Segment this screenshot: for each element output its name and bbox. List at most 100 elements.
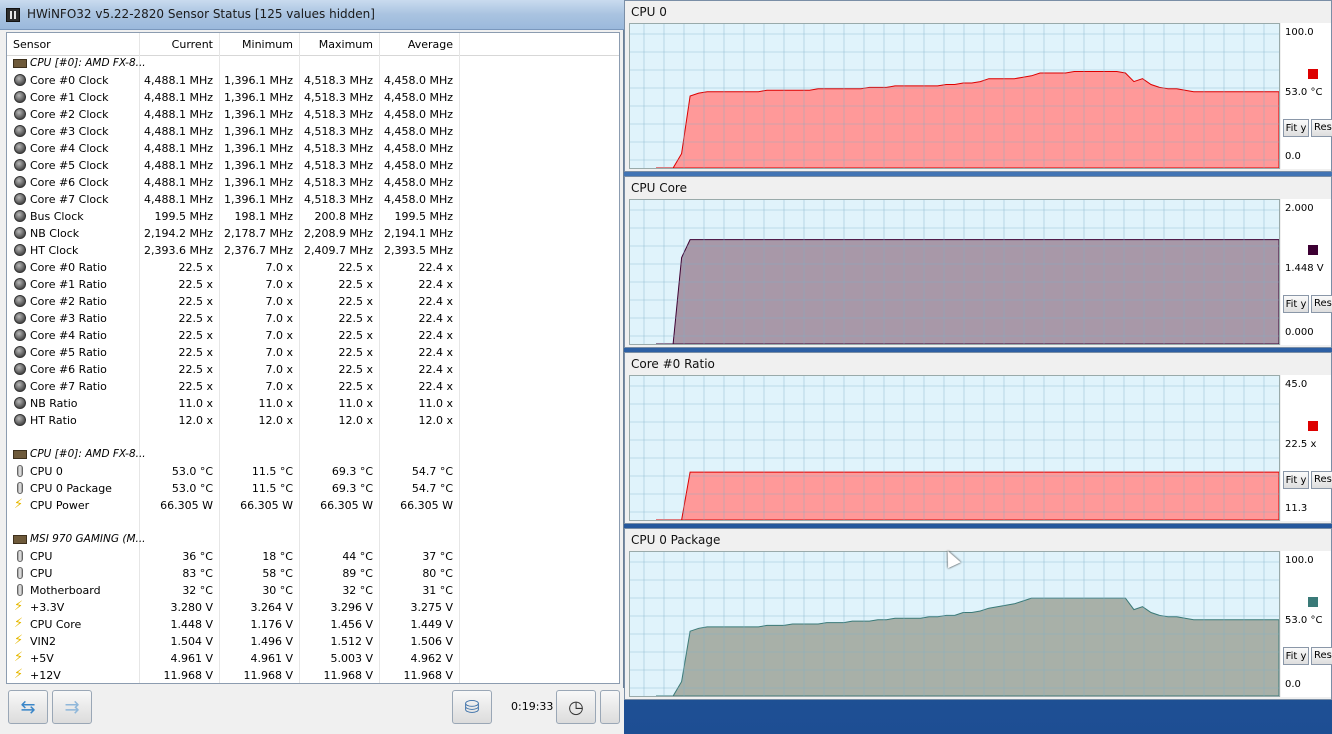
average-value: 4,458.0 MHz <box>383 142 453 155</box>
current-value: 53.0 °C <box>171 465 213 478</box>
maximum-value: 22.5 x <box>338 363 374 376</box>
column-header-minimum[interactable]: Minimum <box>219 38 293 51</box>
table-row[interactable]: Core #5 Clock 4,488.1 MHz 1,396.1 MHz 4,518… <box>7 157 619 174</box>
graph-title: Core #0 Ratio <box>631 357 715 371</box>
network-icon: ⛁ <box>464 696 480 718</box>
graph-plot <box>629 199 1280 345</box>
table-row[interactable]: HT Clock 2,393.6 MHz 2,376.7 MHz 2,409.7 MH… <box>7 242 619 259</box>
graph-scale-panel: 100.0 53.0 °C Fit yReset 0.0 <box>1281 23 1332 169</box>
table-row[interactable]: Core #5 Ratio 22.5 x 7.0 x 22.5 x 22.4 x <box>7 344 619 361</box>
series-color-swatch[interactable] <box>1308 421 1318 431</box>
sensor-group-header[interactable]: CPU [#0]: AMD FX-8... <box>7 446 619 463</box>
table-row[interactable]: Core #3 Ratio 22.5 x 7.0 x 22.5 x 22.4 x <box>7 310 619 327</box>
average-value: 31 °C <box>422 584 453 597</box>
sensor-name: Core #1 Clock <box>30 91 109 104</box>
expand-collapse-button[interactable]: ⇆ <box>8 690 48 724</box>
layout-button[interactable]: ⇉ <box>52 690 92 724</box>
clock-icon <box>14 363 26 375</box>
table-row[interactable]: CPU 0 53.0 °C 11.5 °C 69.3 °C 54.7 °C <box>7 463 619 480</box>
table-row[interactable]: Core #1 Clock 4,488.1 MHz 1,396.1 MHz 4,518… <box>7 89 619 106</box>
table-row[interactable]: CPU 83 °C 58 °C 89 °C 80 °C <box>7 565 619 582</box>
column-header-sensor[interactable]: Sensor <box>13 38 51 51</box>
current-value: 11.0 x <box>178 397 214 410</box>
maximum-value: 4,518.3 MHz <box>303 91 373 104</box>
table-row[interactable]: CPU 0 Package 53.0 °C 11.5 °C 69.3 °C 54.7 °… <box>7 480 619 497</box>
table-row[interactable]: Motherboard 32 °C 30 °C 32 °C 31 °C <box>7 582 619 599</box>
sensor-status-window: HWiNFO32 v5.22-2820 Sensor Status [125 v… <box>0 0 624 734</box>
blank-row <box>7 514 619 531</box>
fit-y-button[interactable]: Fit y <box>1283 295 1309 313</box>
sensor-group-header[interactable]: MSI 970 GAMING (M... <box>7 531 619 548</box>
table-row[interactable]: Core #2 Ratio 22.5 x 7.0 x 22.5 x 22.4 x <box>7 293 619 310</box>
reset-timer-button[interactable]: ◷ <box>556 690 596 724</box>
table-row[interactable]: CPU 36 °C 18 °C 44 °C 37 °C <box>7 548 619 565</box>
reset-button[interactable]: Reset <box>1311 119 1332 137</box>
table-row[interactable]: ⚡ VIN2 1.504 V 1.496 V 1.512 V 1.506 V <box>7 633 619 650</box>
table-row[interactable]: Core #2 Clock 4,488.1 MHz 1,396.1 MHz 4,518… <box>7 106 619 123</box>
settings-button[interactable] <box>600 690 620 724</box>
table-row[interactable]: NB Ratio 11.0 x 11.0 x 11.0 x 11.0 x <box>7 395 619 412</box>
table-row[interactable]: Core #0 Clock 4,488.1 MHz 1,396.1 MHz 4,518… <box>7 72 619 89</box>
table-row[interactable]: Core #7 Ratio 22.5 x 7.0 x 22.5 x 22.4 x <box>7 378 619 395</box>
table-row[interactable]: Core #0 Ratio 22.5 x 7.0 x 22.5 x 22.4 x <box>7 259 619 276</box>
reset-button[interactable]: Reset <box>1311 471 1332 489</box>
column-header-current[interactable]: Current <box>139 38 213 51</box>
graph-window[interactable]: CPU 0 Package 100.0 53.0 °C Fit yReset 0.0 <box>624 528 1332 700</box>
fit-y-button[interactable]: Fit y <box>1283 119 1309 137</box>
network-button[interactable]: ⛁ <box>452 690 492 724</box>
table-row[interactable]: Core #4 Ratio 22.5 x 7.0 x 22.5 x 22.4 x <box>7 327 619 344</box>
table-row[interactable]: Core #6 Ratio 22.5 x 7.0 x 22.5 x 22.4 x <box>7 361 619 378</box>
clock-icon <box>14 397 26 409</box>
sensor-table[interactable]: Sensor Current Minimum Maximum Average C… <box>6 32 620 684</box>
sensor-name: Core #1 Ratio <box>30 278 107 291</box>
graph-window[interactable]: CPU 0 100.0 53.0 °C Fit yReset 0.0 <box>624 0 1332 172</box>
table-row[interactable]: HT Ratio 12.0 x 12.0 x 12.0 x 12.0 x <box>7 412 619 429</box>
arrows-in-icon: ⇉ <box>64 696 80 718</box>
sensor-name: Core #2 Clock <box>30 108 109 121</box>
current-value: 22.5 x <box>178 312 214 325</box>
graph-svg <box>630 376 1279 520</box>
fit-y-button[interactable]: Fit y <box>1283 471 1309 489</box>
table-row[interactable]: ⚡ CPU Power 66.305 W 66.305 W 66.305 W 66.305… <box>7 497 619 514</box>
sensor-name: NB Clock <box>30 227 80 240</box>
reset-button[interactable]: Reset <box>1311 647 1332 665</box>
current-value: 199.5 MHz <box>154 210 213 223</box>
clock-icon <box>14 329 26 341</box>
minimum-value: 1,396.1 MHz <box>223 108 293 121</box>
table-row[interactable]: Core #3 Clock 4,488.1 MHz 1,396.1 MHz 4,518… <box>7 123 619 140</box>
minimum-value: 1,396.1 MHz <box>223 176 293 189</box>
column-header-maximum[interactable]: Maximum <box>299 38 373 51</box>
thermometer-icon <box>17 550 23 562</box>
series-color-swatch[interactable] <box>1308 597 1318 607</box>
series-color-swatch[interactable] <box>1308 245 1318 255</box>
clock-icon <box>14 278 26 290</box>
table-row[interactable]: Bus Clock 199.5 MHz 198.1 MHz 200.8 MHz 199.… <box>7 208 619 225</box>
table-row[interactable]: Core #4 Clock 4,488.1 MHz 1,396.1 MHz 4,518… <box>7 140 619 157</box>
graph-plot <box>629 375 1280 521</box>
clock-icon <box>14 312 26 324</box>
graph-window[interactable]: CPU Core 2.000 1.448 V Fit yReset 0.000 <box>624 176 1332 348</box>
fit-y-button[interactable]: Fit y <box>1283 647 1309 665</box>
table-row[interactable]: Core #7 Clock 4,488.1 MHz 1,396.1 MHz 4,518… <box>7 191 619 208</box>
sensor-name: CPU [#0]: AMD FX-8... <box>30 57 146 69</box>
sensor-name: CPU Power <box>30 499 90 512</box>
table-row[interactable]: Core #1 Ratio 22.5 x 7.0 x 22.5 x 22.4 x <box>7 276 619 293</box>
maximum-value: 2,409.7 MHz <box>303 244 373 257</box>
sensor-name: Core #6 Clock <box>30 176 109 189</box>
graph-plot <box>629 551 1280 697</box>
table-row[interactable]: ⚡ +12V 11.968 V 11.968 V 11.968 V 11.968 V <box>7 667 619 683</box>
title-bar[interactable]: HWiNFO32 v5.22-2820 Sensor Status [125 v… <box>0 0 624 30</box>
graph-window[interactable]: Core #0 Ratio 45.0 22.5 x Fit yReset 11.3 <box>624 352 1332 524</box>
table-row[interactable]: NB Clock 2,194.2 MHz 2,178.7 MHz 2,208.9 MH… <box>7 225 619 242</box>
thermometer-icon <box>17 584 23 596</box>
table-row[interactable]: ⚡ +3.3V 3.280 V 3.264 V 3.296 V 3.275 V <box>7 599 619 616</box>
column-header-average[interactable]: Average <box>379 38 453 51</box>
sensor-group-header[interactable]: CPU [#0]: AMD FX-8... <box>7 55 619 72</box>
table-row[interactable]: ⚡ +5V 4.961 V 4.961 V 5.003 V 4.962 V <box>7 650 619 667</box>
table-row[interactable]: Core #6 Clock 4,488.1 MHz 1,396.1 MHz 4,518… <box>7 174 619 191</box>
series-color-swatch[interactable] <box>1308 69 1318 79</box>
minimum-value: 11.0 x <box>258 397 294 410</box>
reset-button[interactable]: Reset <box>1311 295 1332 313</box>
table-row[interactable]: ⚡ CPU Core 1.448 V 1.176 V 1.456 V 1.449 V <box>7 616 619 633</box>
maximum-value: 4,518.3 MHz <box>303 159 373 172</box>
